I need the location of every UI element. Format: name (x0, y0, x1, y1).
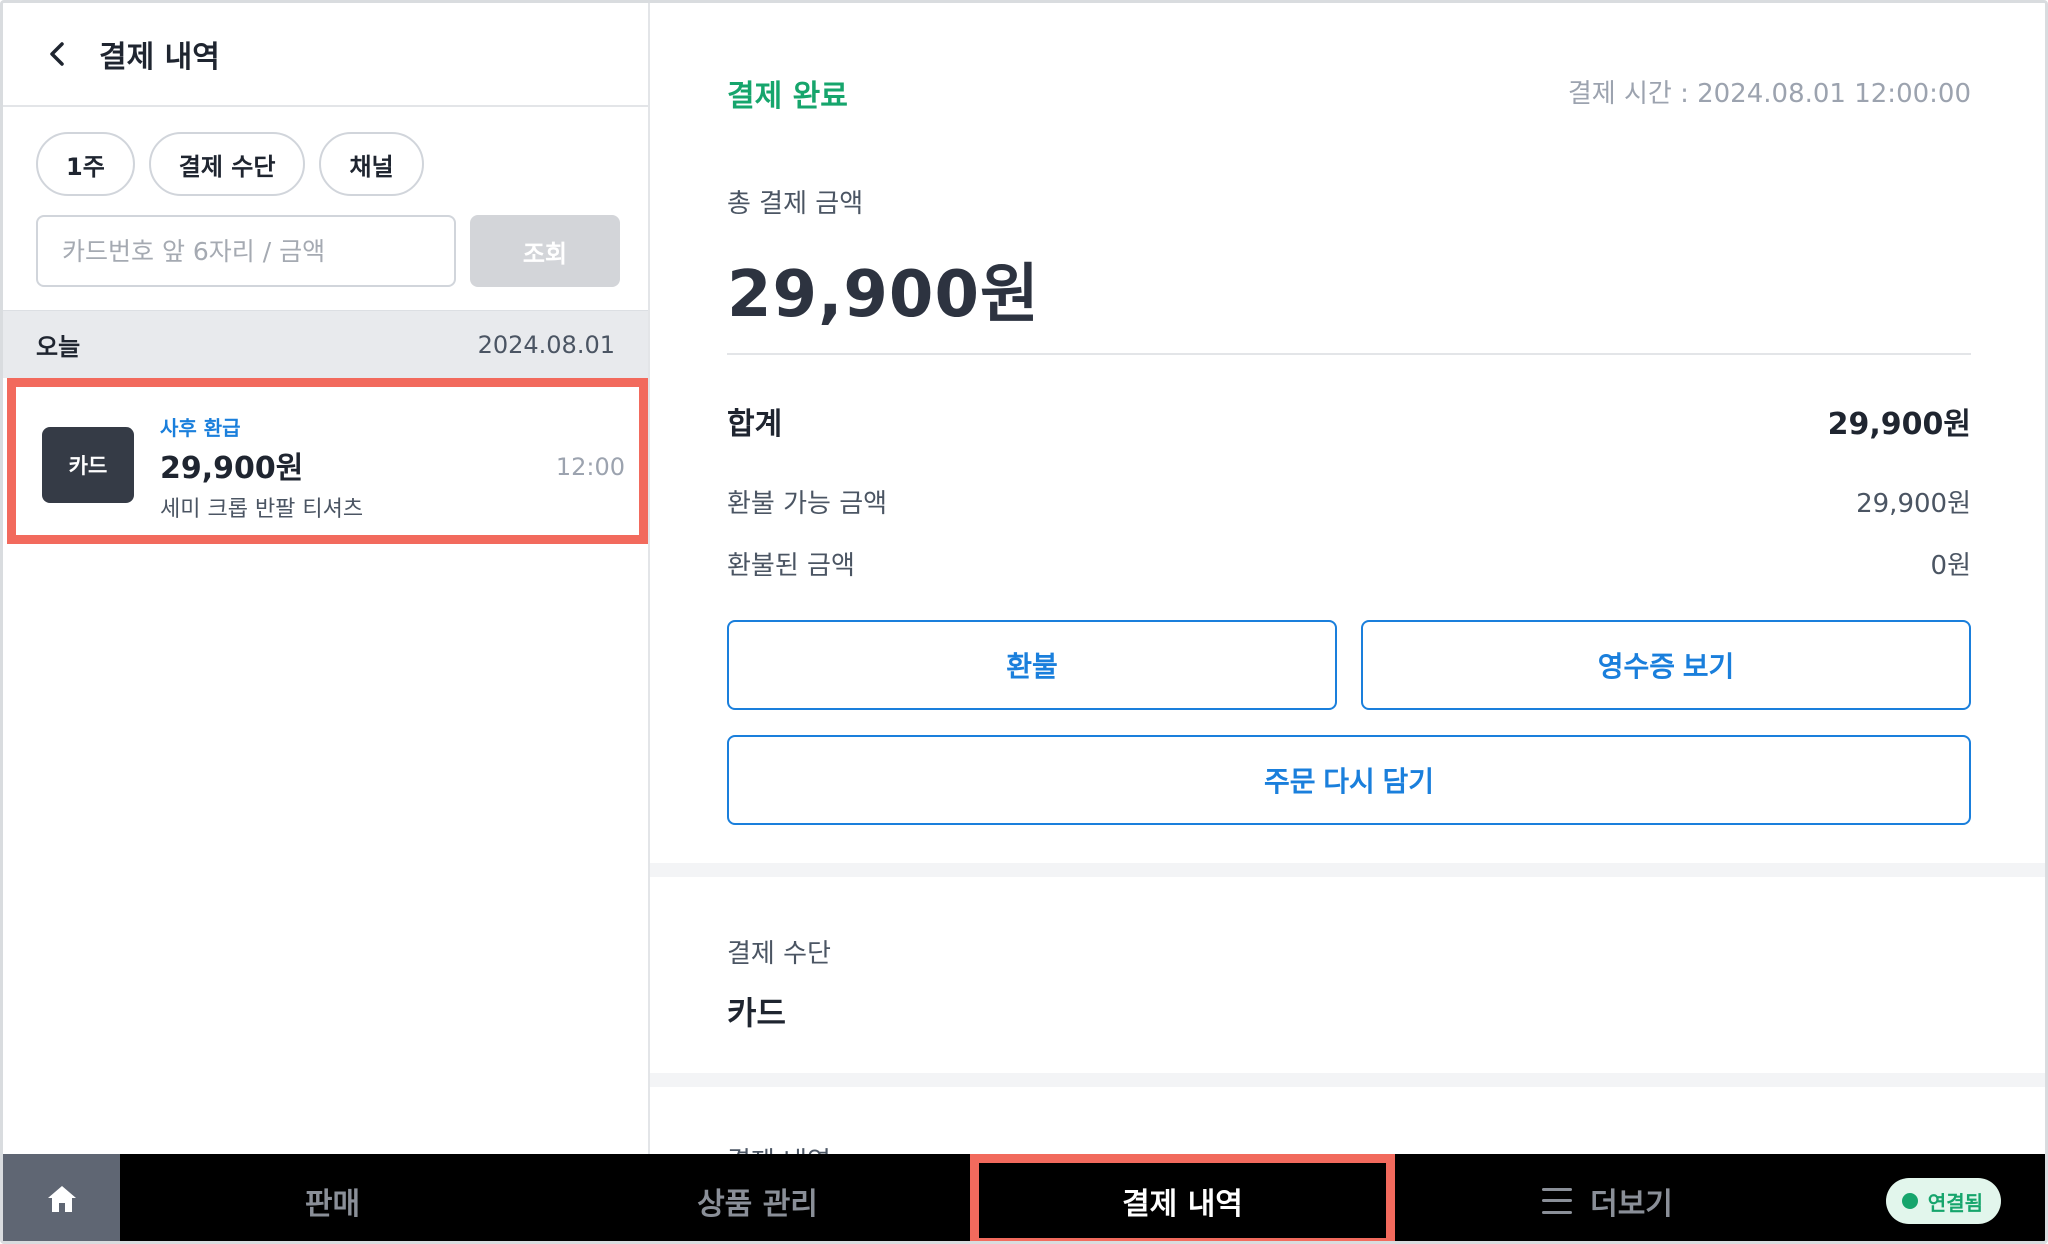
refunded-label: 환불된 금액 (727, 551, 855, 581)
menu-icon (1542, 1187, 1573, 1214)
sum-row: 합계 29,900원 (727, 399, 1971, 443)
bottom-nav: 판매 상품 관리 결제 내역 더보기 연결됨 (3, 1154, 2045, 1241)
search-input[interactable] (36, 215, 456, 287)
sum-value: 29,900원 (1827, 407, 1971, 442)
refund-button[interactable]: 환불 (727, 620, 1337, 710)
total-amount: 29,900원 (727, 258, 1040, 332)
connection-status-text: 연결됨 (1927, 1190, 1983, 1215)
payment-detail-panel: 결제 완료 결제 시간 : 2024.08.01 12:00:00 총 결제 금… (650, 3, 2045, 1154)
app-frame: 결제 내역 1주 결제 수단 채널 조회 오늘 2024.08.01 카드 사후… (0, 0, 2048, 1244)
search-row: 조회 (36, 215, 620, 287)
payment-method-label: 결제 수단 (727, 939, 831, 969)
list-header: 결제 내역 (3, 3, 648, 107)
connection-status: 연결됨 (1885, 1178, 2001, 1224)
filter-chip-method[interactable]: 결제 수단 (148, 132, 306, 196)
view-receipt-button[interactable]: 영수증 보기 (1361, 620, 1971, 710)
sum-label: 합계 (727, 407, 783, 442)
section-divider (650, 1073, 2045, 1087)
total-label: 총 결제 금액 (727, 189, 864, 219)
date-group-date: 2024.08.01 (477, 330, 615, 359)
refundable-row: 환불 가능 금액 29,900원 (727, 483, 1971, 520)
nav-tab-sell[interactable]: 판매 (120, 1154, 545, 1241)
filter-chip-channel[interactable]: 채널 (319, 132, 424, 196)
transaction-item[interactable]: 카드 사후 환급 29,900원 세미 크롭 반팔 티셔츠 12:00 (7, 378, 648, 544)
reorder-button[interactable]: 주문 다시 담기 (727, 735, 1971, 825)
page-title: 결제 내역 (99, 40, 220, 75)
transaction-time: 12:00 (555, 453, 625, 481)
date-group-day: 오늘 (36, 333, 81, 361)
nav-tab-payment-history[interactable]: 결제 내역 (970, 1154, 1395, 1241)
payment-time: 결제 시간 : 2024.08.01 12:00:00 (1567, 79, 1971, 109)
home-button[interactable] (3, 1154, 120, 1241)
back-arrow-icon[interactable] (43, 40, 71, 68)
divider (727, 353, 1971, 355)
payment-method-badge: 카드 (42, 427, 134, 503)
nav-tab-more[interactable]: 더보기 (1395, 1154, 1820, 1241)
refunded-value: 0원 (1930, 551, 1971, 581)
search-button[interactable]: 조회 (470, 215, 620, 287)
filter-chips: 1주 결제 수단 채널 (36, 132, 424, 196)
refundable-value: 29,900원 (1856, 489, 1971, 519)
date-group-header: 오늘 2024.08.01 (3, 310, 648, 378)
section-divider (650, 863, 2045, 877)
payment-method-value: 카드 (727, 994, 786, 1032)
refunded-row: 환불된 금액 0원 (727, 545, 1971, 582)
transaction-amount: 29,900원 (160, 451, 304, 486)
refundable-label: 환불 가능 금액 (727, 489, 888, 519)
transaction-description: 세미 크롭 반팔 티셔츠 (160, 497, 364, 522)
payment-status: 결제 완료 (727, 79, 848, 114)
refund-tag: 사후 환급 (160, 416, 241, 440)
home-icon (45, 1183, 79, 1219)
payment-history-label: 결제 내역 (727, 1141, 831, 1154)
filter-chip-period[interactable]: 1주 (36, 132, 135, 196)
nav-tab-products[interactable]: 상품 관리 (545, 1154, 970, 1241)
nav-tab-more-label: 더보기 (1590, 1186, 1673, 1222)
connection-dot-icon (1901, 1193, 1918, 1209)
payment-list-panel: 결제 내역 1주 결제 수단 채널 조회 오늘 2024.08.01 카드 사후… (3, 3, 650, 1154)
